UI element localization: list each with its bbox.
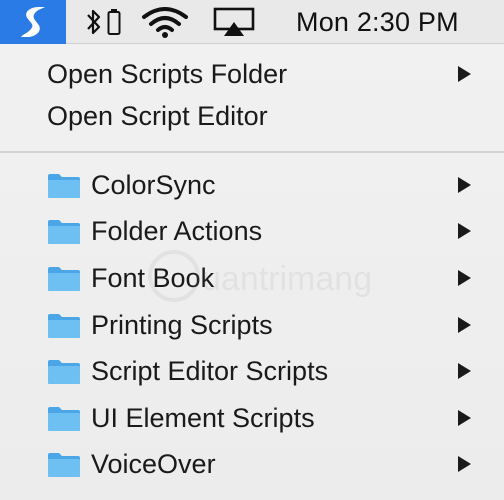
submenu-arrow-icon [458,410,471,426]
folder-icon [48,174,80,198]
airplay-status[interactable] [210,0,258,44]
submenu-arrow-icon [458,66,471,82]
menu-item-label: VoiceOver [91,449,216,479]
menu-item-label: UI Element Scripts [91,403,315,433]
folder-icon [48,407,80,431]
folder-icon [48,360,80,384]
bluetooth-icon [87,9,101,35]
menubar-clock[interactable]: Mon 2:30 PM [296,0,459,44]
wifi-icon [142,7,188,38]
menu-item-ui-element-scripts[interactable]: UI Element Scripts [0,396,504,440]
menu-item-open-scripts-folder[interactable]: Open Scripts Folder [0,52,504,96]
menu-bar: Mon 2:30 PM [0,0,504,44]
submenu-arrow-icon [458,177,471,193]
battery-icon [107,9,121,35]
menu-item-label: Open Script Editor [47,101,268,131]
submenu-arrow-icon [458,223,471,239]
menu-item-voiceover[interactable]: VoiceOver [0,442,504,486]
wifi-status[interactable] [138,0,192,44]
script-menu-icon [21,7,45,37]
folder-icon [48,220,80,244]
submenu-arrow-icon [458,317,471,333]
menu-item-label: Folder Actions [91,216,263,246]
menu-item-font-book[interactable]: Font Book [0,256,504,300]
folder-icon [48,453,80,477]
script-menu-dropdown: Open Scripts Folder Open Script Editor C… [0,44,504,500]
airplay-icon [213,7,255,36]
menu-item-open-script-editor[interactable]: Open Script Editor [0,94,504,138]
menu-item-label: Script Editor Scripts [91,356,329,386]
menu-item-script-editor-scripts[interactable]: Script Editor Scripts [0,349,504,393]
submenu-arrow-icon [458,270,471,286]
menu-item-folder-actions[interactable]: Folder Actions [0,209,504,253]
script-menu-extra[interactable] [0,0,66,44]
submenu-arrow-icon [458,456,471,472]
menu-separator [0,151,504,153]
menu-item-label: Open Scripts Folder [47,59,288,89]
menu-item-printing-scripts[interactable]: Printing Scripts [0,303,504,347]
submenu-arrow-icon [458,363,471,379]
folder-icon [48,267,80,291]
menu-item-label: ColorSync [91,170,216,200]
battery-status[interactable] [104,0,124,44]
menu-item-colorsync[interactable]: ColorSync [0,163,504,207]
menu-item-label: Font Book [91,263,215,293]
folder-icon [48,314,80,338]
menu-item-label: Printing Scripts [91,310,273,340]
